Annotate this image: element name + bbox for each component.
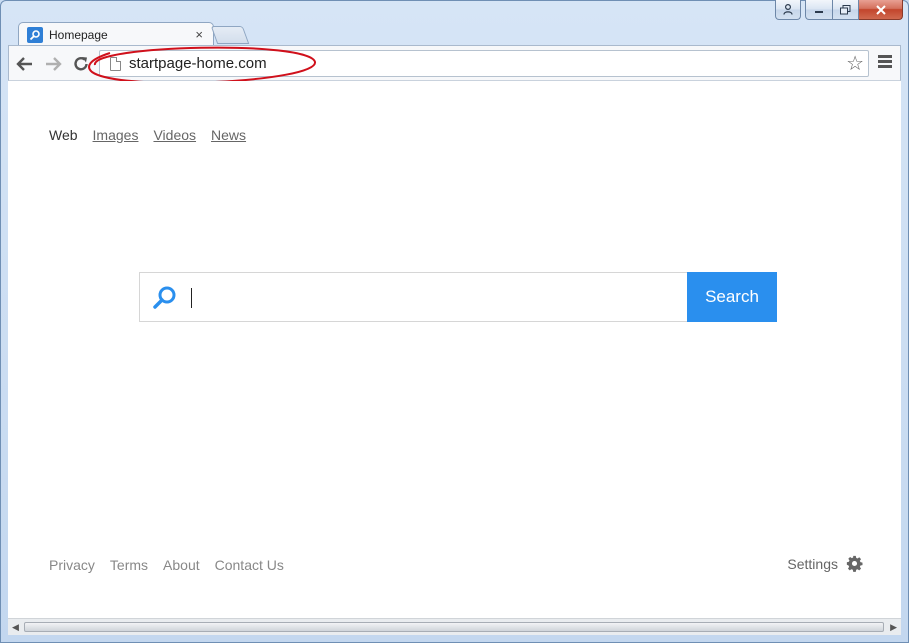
address-bar[interactable]: startpage-home.com [99,50,869,77]
close-button[interactable] [859,0,903,20]
search-box[interactable] [139,272,687,322]
footer-link-about[interactable]: About [163,557,200,573]
browser-toolbar: startpage-home.com ☆ [8,45,901,81]
footer-link-privacy[interactable]: Privacy [49,557,95,573]
user-icon [783,4,793,15]
footer-links: Privacy Terms About Contact Us [49,557,284,573]
settings-link[interactable]: Settings [787,555,863,572]
new-tab-button[interactable] [210,26,250,44]
scroll-thumb[interactable] [24,622,884,632]
search-icon [152,285,178,316]
search-input[interactable] [188,283,668,311]
menu-icon[interactable] [878,55,892,70]
search-favicon-icon [27,26,43,43]
minimize-button[interactable] [805,0,833,20]
user-button[interactable] [775,0,801,20]
forward-icon[interactable] [43,54,63,74]
url-text[interactable]: startpage-home.com [129,55,267,72]
tab-close-icon[interactable]: × [195,27,203,42]
nav-news[interactable]: News [211,127,246,143]
minimize-icon [815,10,823,13]
reload-icon[interactable] [71,54,91,74]
gear-icon [846,555,863,572]
search-vertical-nav: Web Images Videos News [49,127,246,143]
search-button[interactable]: Search [687,272,777,322]
close-icon [875,4,886,15]
maximize-icon [840,4,851,14]
page-icon [110,56,121,71]
scroll-left-icon[interactable]: ◀ [12,622,19,633]
footer-link-contact[interactable]: Contact Us [215,557,284,573]
text-caret [191,288,192,308]
tab-title: Homepage [49,27,108,42]
maximize-button[interactable] [833,0,859,20]
back-icon[interactable] [15,54,35,74]
horizontal-scrollbar[interactable]: ◀ ▶ [8,618,901,635]
settings-label: Settings [787,555,838,572]
scroll-right-icon[interactable]: ▶ [890,622,897,633]
page-viewport: Web Images Videos News Search Privacy Te… [8,81,901,618]
nav-videos[interactable]: Videos [153,127,196,143]
nav-images[interactable]: Images [93,127,139,143]
bookmark-star-icon[interactable]: ☆ [846,51,864,76]
footer-link-terms[interactable]: Terms [110,557,148,573]
nav-web[interactable]: Web [49,127,78,143]
window-controls [775,0,903,20]
tab-homepage[interactable]: Homepage × [18,22,214,46]
